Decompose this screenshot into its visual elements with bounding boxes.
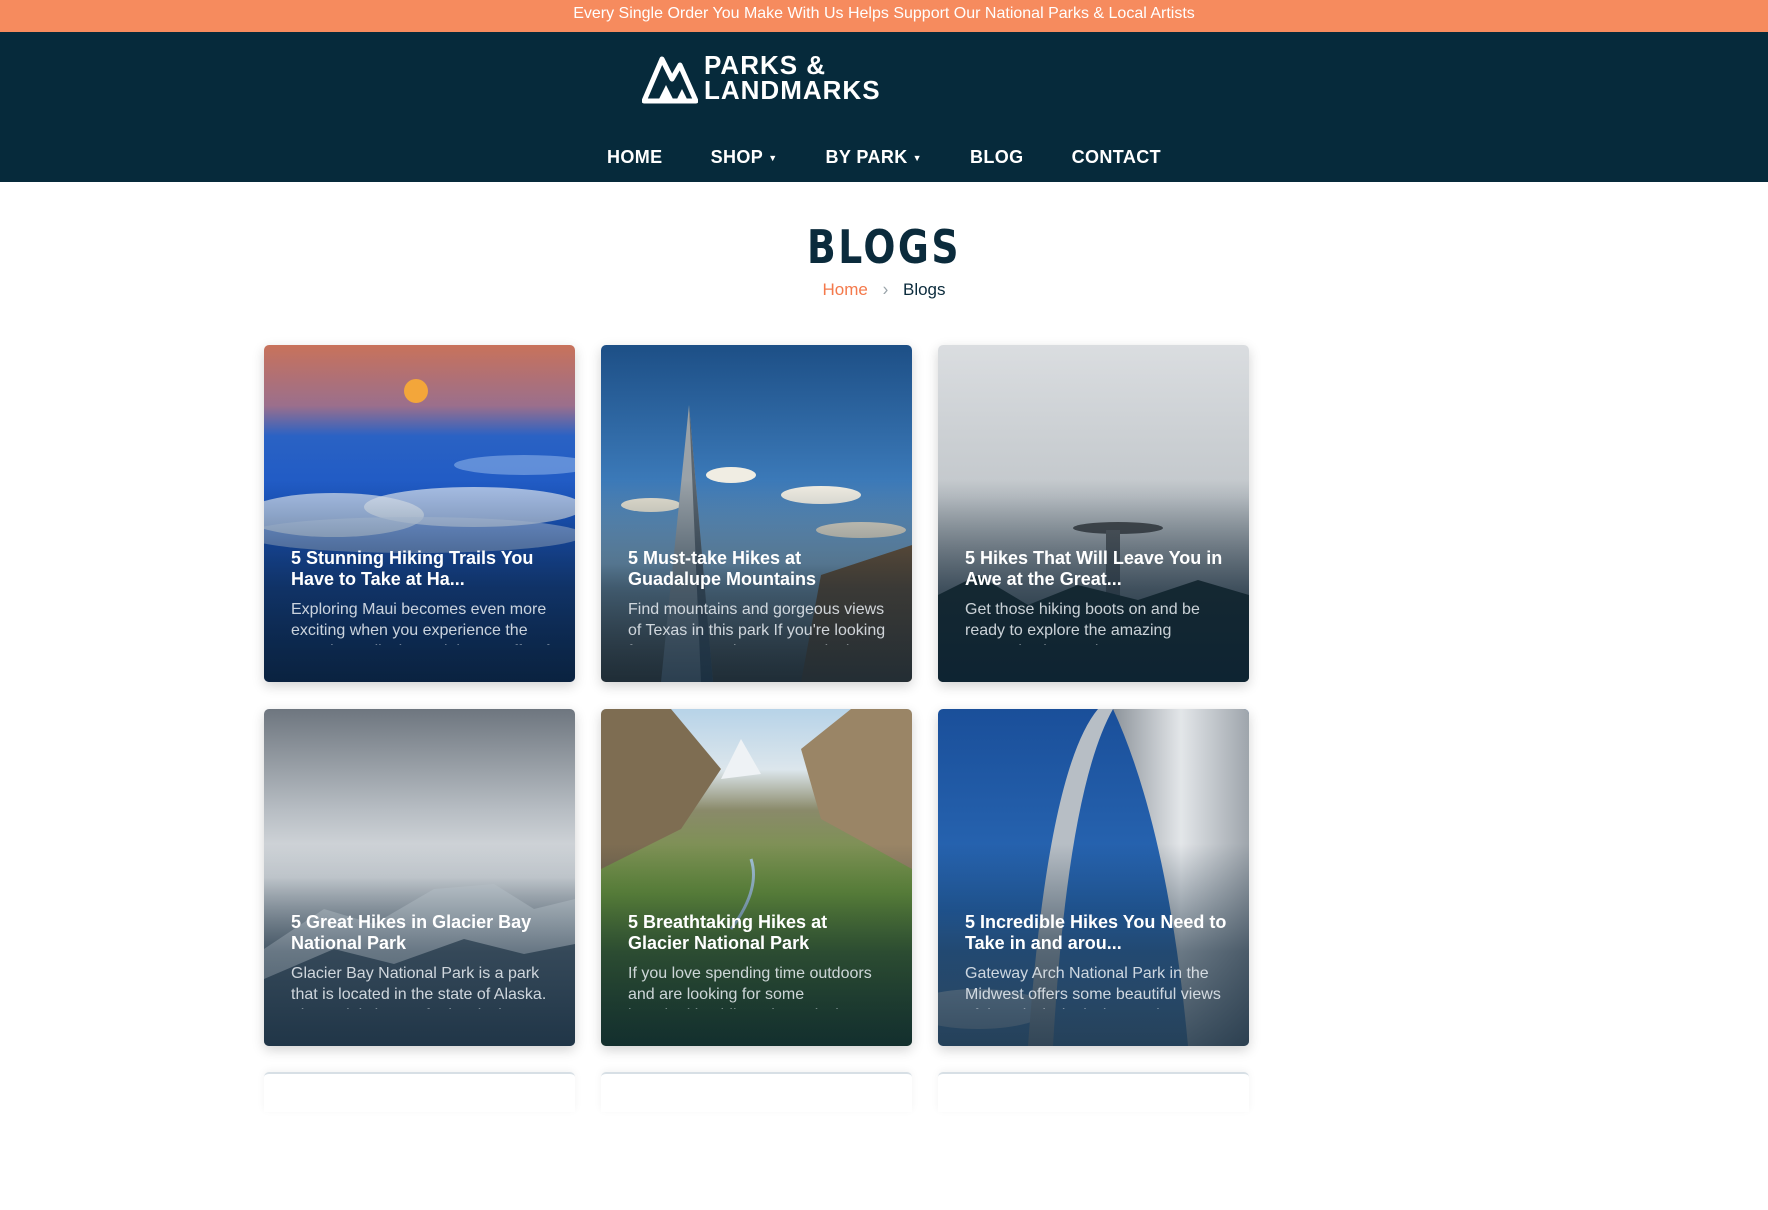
site-header: PARKS & LANDMARKS HOME SHOP ▼ BY PARK ▼ … [0,32,1768,182]
blog-card[interactable]: 5 Must-take Hikes at Guadalupe Mountains… [601,345,912,682]
nav-contact-label: CONTACT [1071,147,1162,167]
blog-card-partial[interactable] [601,1072,912,1112]
blog-card-partial[interactable] [938,1072,1249,1112]
blog-card-excerpt: Exploring Maui becomes even more excitin… [291,601,550,645]
blog-card-excerpt: Find mountains and gorgeous views of Tex… [628,601,886,645]
blog-card-title[interactable]: 5 Incredible Hikes You Need to Take in a… [965,912,1227,954]
logo-line-2: LANDMARKS [704,75,881,105]
blog-card-title[interactable]: 5 Hikes That Will Leave You in Awe at th… [965,548,1227,590]
blog-card-excerpt: If you love spending time outdoors and a… [628,965,872,1009]
blog-card-body: 5 Must-take Hikes at Guadalupe Mountains… [628,548,890,645]
nav-by-park[interactable]: BY PARK ▼ [826,147,922,168]
announcement-bar: Every Single Order You Make With Us Help… [0,0,1768,32]
mountain-logo-icon [642,56,698,104]
blog-card-title[interactable]: 5 Breathtaking Hikes at Glacier National… [628,912,890,954]
nav-shop[interactable]: SHOP ▼ [711,147,778,168]
blog-card-body: 5 Breathtaking Hikes at Glacier National… [628,912,890,1009]
blog-card[interactable]: 5 Breathtaking Hikes at Glacier National… [601,709,912,1046]
blog-card-title[interactable]: 5 Must-take Hikes at Guadalupe Mountains… [628,548,890,590]
caret-down-icon: ▼ [912,152,922,163]
nav-shop-label: SHOP [710,147,764,167]
nav-home[interactable]: HOME [607,147,663,168]
blog-card-excerpt: Gateway Arch National Park in the Midwes… [965,965,1221,1009]
breadcrumb-home-link[interactable]: Home [822,280,867,299]
nav-contact[interactable]: CONTACT [1072,147,1161,168]
page-title: BLOGS [807,220,961,274]
announcement-text: Every Single Order You Make With Us Help… [573,5,1195,22]
breadcrumb: Home › Blogs [0,279,1768,300]
nav-blog-label: BLOG [969,147,1024,167]
blog-card[interactable]: 5 Incredible Hikes You Need to Take in a… [938,709,1249,1046]
blog-card[interactable]: 5 Great Hikes in Glacier Bay National Pa… [264,709,575,1046]
main-nav: HOME SHOP ▼ BY PARK ▼ BLOG CONTACT [0,147,1768,168]
blog-card-title[interactable]: 5 Stunning Hiking Trails You Have to Tak… [291,548,553,590]
blog-grid: 5 Stunning Hiking Trails You Have to Tak… [264,345,1249,1046]
nav-by-park-label: BY PARK [825,147,908,167]
blog-card-body: 5 Great Hikes in Glacier Bay National Pa… [291,912,553,1009]
blog-card-title[interactable]: 5 Great Hikes in Glacier Bay National Pa… [291,912,553,954]
site-logo[interactable]: PARKS & LANDMARKS [642,51,881,105]
breadcrumb-current: Blogs [902,280,946,299]
blog-card[interactable]: 5 Hikes That Will Leave You in Awe at th… [938,345,1249,682]
nav-blog[interactable]: BLOG [970,147,1024,168]
blog-card-excerpt: Get those hiking boots on and be ready t… [965,601,1200,645]
blog-card-body: 5 Stunning Hiking Trails You Have to Tak… [291,548,553,645]
nav-home-label: HOME [606,147,663,167]
blog-card-body: 5 Hikes That Will Leave You in Awe at th… [965,548,1227,645]
caret-down-icon: ▼ [768,152,778,163]
blog-card-excerpt: Glacier Bay National Park is a park that… [291,965,547,1009]
blog-card-partial[interactable] [264,1072,575,1112]
logo-text: PARKS & LANDMARKS [704,52,881,105]
blog-card[interactable]: 5 Stunning Hiking Trails You Have to Tak… [264,345,575,682]
blog-card-body: 5 Incredible Hikes You Need to Take in a… [965,912,1227,1009]
chevron-right-icon: › [882,279,889,300]
